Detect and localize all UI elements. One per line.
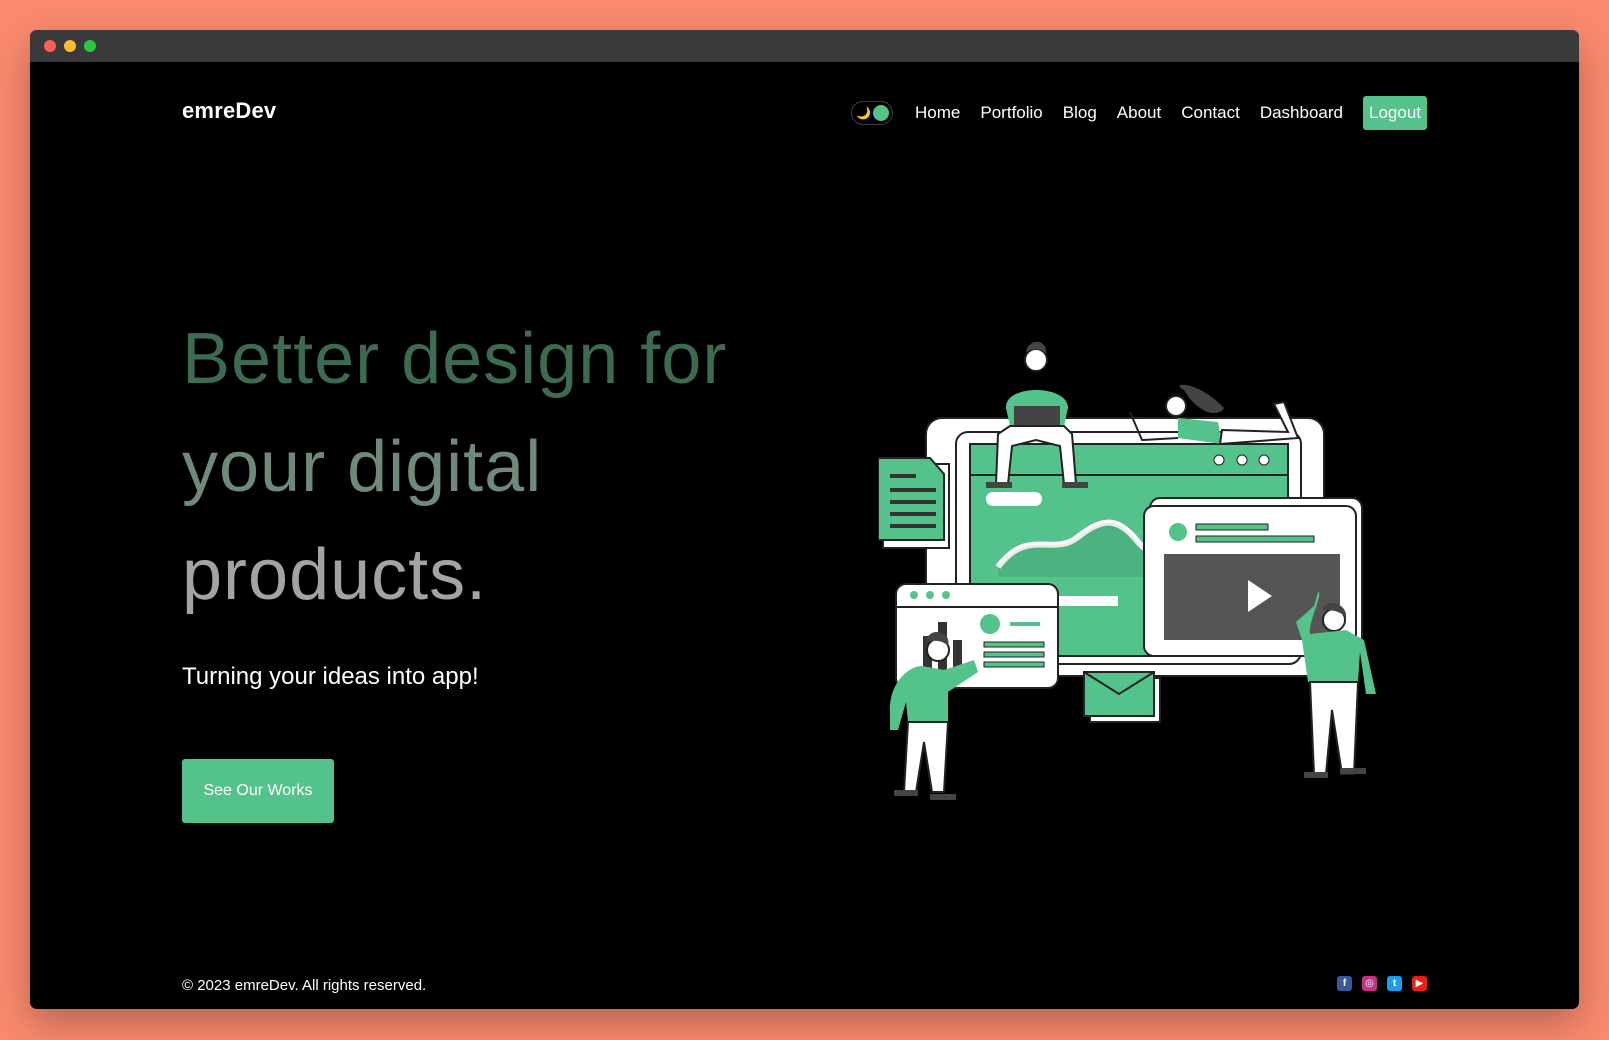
moon-icon: 🌙 (856, 106, 871, 120)
youtube-icon[interactable]: ▶ (1412, 976, 1427, 991)
envelope-illustration (1083, 671, 1161, 723)
facebook-icon[interactable]: f (1337, 976, 1352, 991)
minimize-window-dot[interactable] (64, 40, 76, 52)
hero-title: Better design for your digital products. (182, 305, 822, 629)
document-illustration (878, 457, 950, 549)
main-nav: 🌙 Home Portfolio Blog About Contact Dash… (851, 96, 1427, 130)
hero-tagline: Turning your ideas into app! (182, 663, 479, 690)
nav-dashboard[interactable]: Dashboard (1260, 103, 1343, 123)
hero-title-line-1: Better design for (182, 319, 728, 399)
nav-blog[interactable]: Blog (1063, 103, 1097, 123)
footer-copyright: © 2023 emreDev. All rights reserved. (182, 977, 427, 994)
hero-title-line-2: your digital (182, 427, 543, 507)
toggle-knob (873, 105, 890, 121)
hero-illustration (878, 341, 1376, 800)
close-window-dot[interactable] (44, 40, 56, 52)
nav-about[interactable]: About (1117, 103, 1161, 123)
brand-logo[interactable]: emreDev (182, 98, 276, 124)
hero-title-line-3: products. (182, 535, 488, 615)
person-right-standing-illustration (1296, 592, 1376, 778)
twitter-icon[interactable]: t (1387, 976, 1402, 991)
theme-toggle[interactable]: 🌙 (851, 101, 894, 125)
nav-portfolio[interactable]: Portfolio (980, 103, 1042, 123)
window-titlebar (30, 30, 1579, 62)
social-links: f ◎ t ▶ (1337, 976, 1427, 991)
logout-button[interactable]: Logout (1363, 96, 1427, 130)
see-our-works-button[interactable]: See Our Works (182, 759, 334, 823)
nav-contact[interactable]: Contact (1181, 103, 1240, 123)
instagram-icon[interactable]: ◎ (1362, 976, 1377, 991)
browser-window: emreDev 🌙 Home Portfolio Blog About Cont… (30, 30, 1579, 1009)
nav-home[interactable]: Home (915, 103, 960, 123)
maximize-window-dot[interactable] (84, 40, 96, 52)
